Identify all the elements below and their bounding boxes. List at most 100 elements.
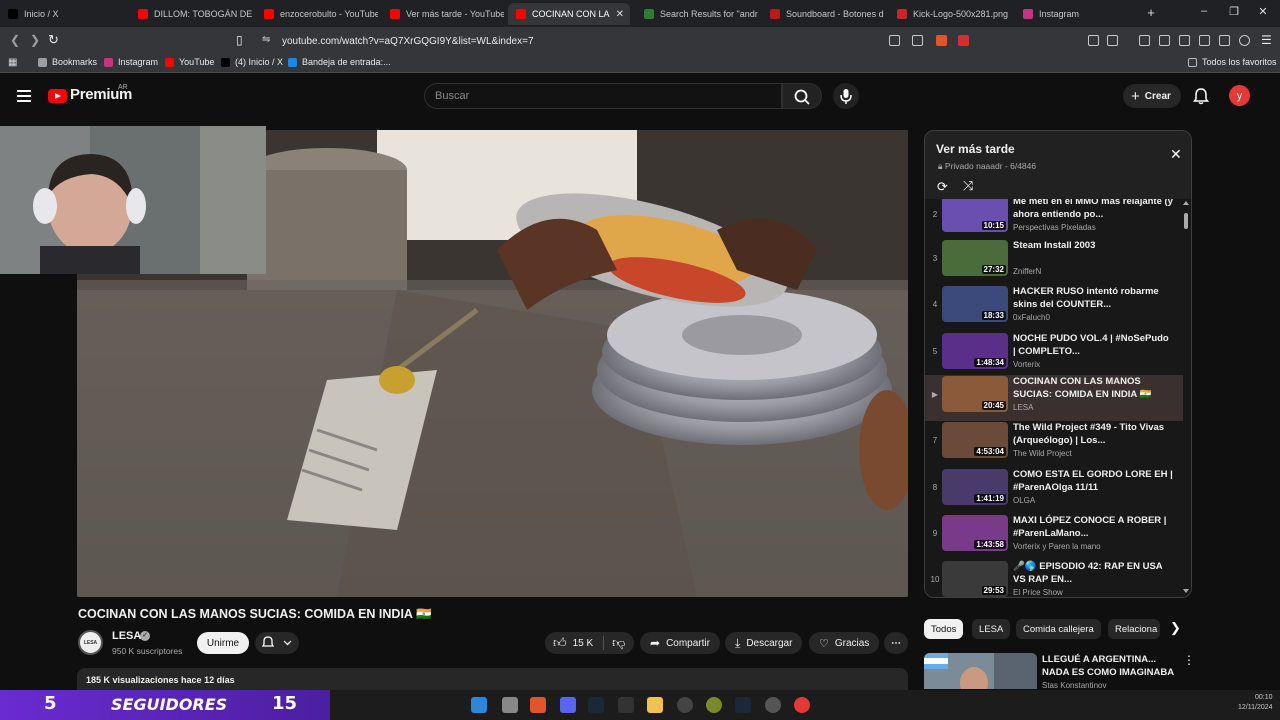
thanks-button[interactable]: ♡ Gracias bbox=[809, 632, 880, 654]
sidebar-icon[interactable] bbox=[1179, 35, 1190, 46]
loop-icon[interactable]: ⟳ bbox=[937, 179, 948, 195]
like-count[interactable]: 15 K bbox=[573, 638, 594, 649]
epic-games-icon[interactable] bbox=[618, 697, 634, 713]
filter-chip[interactable]: Comida callejera bbox=[1016, 619, 1101, 639]
playlist-item[interactable]: 4 18:33 HACKER RUSO intentó robarme skins … bbox=[925, 285, 1183, 331]
media-icon[interactable] bbox=[1159, 35, 1170, 46]
playlist-item[interactable]: 3 27:32 Steam Install 2003 ZnifferN bbox=[925, 239, 1183, 285]
playlist-item[interactable]: 8 1:41:19 COMO ESTA EL GORDO LORE EH | #Pa… bbox=[925, 468, 1183, 514]
dislike-icon[interactable]: 👎︎ bbox=[612, 635, 625, 651]
shuffle-icon[interactable]: ⤨ bbox=[963, 178, 973, 194]
filter-chip[interactable]: Relaciona bbox=[1108, 619, 1160, 639]
menu-icon-browser[interactable]: ☰ bbox=[1261, 33, 1272, 47]
playlist-scrollbar[interactable] bbox=[1183, 201, 1189, 593]
window-close-icon[interactable]: ✕ bbox=[1255, 5, 1271, 18]
bookmark-item[interactable]: Bandeja de entrada:... bbox=[288, 57, 391, 67]
browser-tab[interactable]: Instagram bbox=[1015, 3, 1137, 25]
recommendation-more-icon[interactable]: ⋮ bbox=[1183, 653, 1195, 667]
search-button[interactable] bbox=[782, 83, 822, 109]
more-actions-icon[interactable]: ⋯ bbox=[884, 632, 908, 654]
playlist-item[interactable]: 7 4:53:04 The Wild Project #349 - Tito Viv… bbox=[925, 421, 1183, 467]
leo-icon[interactable] bbox=[1219, 35, 1230, 46]
filter-chip[interactable]: LESA bbox=[972, 619, 1011, 639]
download-icon[interactable] bbox=[1139, 35, 1150, 46]
user-avatar[interactable]: y bbox=[1229, 85, 1250, 106]
back-icon[interactable]: ❮ bbox=[10, 33, 20, 47]
playlist-item-thumbnail[interactable]: 1:43:58 bbox=[942, 515, 1008, 551]
restore-icon[interactable]: ❐ bbox=[1226, 5, 1242, 18]
filter-chip[interactable]: Todos bbox=[924, 619, 964, 639]
channel-name[interactable]: LESA bbox=[112, 630, 141, 642]
playlist-item-thumbnail[interactable]: 20:45 bbox=[942, 376, 1008, 412]
browser-tab[interactable]: Soundboard - Botones de bbox=[762, 3, 884, 25]
youtube-music-icon[interactable] bbox=[794, 697, 810, 713]
bookmark-icon[interactable]: ▯ bbox=[236, 33, 243, 47]
bookmark-item[interactable]: Bookmarks bbox=[38, 57, 97, 67]
url-field[interactable]: ⇋ youtube.com/watch?v=aQ7XrGQGI9Y&list=W… bbox=[256, 31, 976, 51]
tab-close-icon[interactable]: ✕ bbox=[616, 9, 624, 20]
minimize-icon[interactable]: – bbox=[1196, 5, 1212, 17]
share-button[interactable]: ➦ Compartir bbox=[640, 632, 720, 654]
playlist-item-thumbnail[interactable]: 27:32 bbox=[942, 240, 1008, 276]
forward-icon[interactable]: ❯ bbox=[30, 33, 40, 47]
cast-icon[interactable] bbox=[889, 35, 900, 46]
recommendation-title[interactable]: LLEGUÉ A ARGENTINA... NADA ES COMO IMAGI… bbox=[1042, 653, 1182, 679]
playlist-title[interactable]: Ver más tarde bbox=[936, 142, 1015, 156]
browser-tab[interactable]: Search Results for "andre bbox=[636, 3, 758, 25]
steam-icon[interactable] bbox=[588, 697, 604, 713]
reload-icon[interactable]: ↻ bbox=[48, 32, 59, 48]
close-playlist-icon[interactable]: ✕ bbox=[1170, 146, 1182, 163]
playlist-item[interactable]: 9 1:43:58 MAXI LÓPEZ CONOCE A ROBER | #Par… bbox=[925, 514, 1183, 560]
wallet-icon[interactable] bbox=[1199, 35, 1210, 46]
notifications-bell-icon[interactable] bbox=[1193, 87, 1209, 105]
playlist-item-thumbnail[interactable]: 1:41:19 bbox=[942, 469, 1008, 505]
file-explorer-icon[interactable] bbox=[647, 697, 663, 713]
youtube-logo-icon[interactable] bbox=[48, 89, 67, 103]
playlist-item-thumbnail[interactable]: 4:53:04 bbox=[942, 422, 1008, 458]
join-button[interactable]: Unirme bbox=[197, 632, 249, 654]
playlist-item-thumbnail[interactable]: 18:33 bbox=[942, 286, 1008, 322]
browser-tab[interactable]: Kick-Logo-500x281.png (5 bbox=[889, 3, 1011, 25]
screenshot-icon[interactable] bbox=[1107, 35, 1118, 46]
apps-grid-icon[interactable]: ▦ bbox=[8, 57, 17, 68]
download-button[interactable]: ⤓ Descargar bbox=[725, 632, 803, 654]
steam-icon-2[interactable] bbox=[735, 697, 751, 713]
all-favorites-button[interactable]: Todos los favoritos bbox=[1188, 57, 1277, 67]
bookmark-item[interactable]: (4) Inicio / X bbox=[221, 57, 283, 67]
create-button[interactable]: + Crear bbox=[1123, 84, 1181, 108]
windows-start-icon[interactable] bbox=[471, 697, 487, 713]
playlist-item-thumbnail[interactable]: 10:15 bbox=[942, 199, 1008, 232]
playlist-item-thumbnail[interactable]: 1:48:34 bbox=[942, 333, 1008, 369]
hamburger-menu-icon[interactable] bbox=[17, 90, 31, 102]
discord-icon[interactable] bbox=[560, 697, 576, 713]
playlist-item-thumbnail[interactable]: 29:53 bbox=[942, 561, 1008, 597]
brave-browser-icon[interactable] bbox=[530, 697, 546, 713]
share-icon[interactable] bbox=[912, 35, 923, 46]
bookmark-item[interactable]: YouTube bbox=[165, 57, 214, 67]
browser-tab[interactable]: Inicio / X bbox=[0, 3, 126, 25]
brave-rewards-icon[interactable] bbox=[958, 35, 969, 46]
obs-icon[interactable] bbox=[677, 697, 693, 713]
app-icon-green[interactable] bbox=[706, 697, 722, 713]
channel-avatar[interactable]: LESA bbox=[78, 630, 103, 655]
playlist-item[interactable]: 2 10:15 Me metí en el MMO más relajante (y… bbox=[925, 199, 1183, 241]
recommendation-thumbnail[interactable] bbox=[924, 653, 1037, 689]
playlist-item[interactable]: 5 1:48:34 NOCHE PUDO VOL.4 | #NoSePudo | C… bbox=[925, 332, 1183, 378]
recommendation-channel[interactable]: Stas Konstantinov bbox=[1042, 681, 1106, 690]
app-icon-circle[interactable] bbox=[765, 697, 781, 713]
bookmark-item[interactable]: Instagram bbox=[104, 57, 158, 67]
playlist-item-current[interactable]: ▶ 20:45 COCINAN CON LAS MANOS SUCIAS: COMI… bbox=[925, 375, 1183, 421]
site-info-icon[interactable]: ⇋ bbox=[262, 34, 270, 45]
brave-shield-icon[interactable] bbox=[936, 35, 947, 46]
task-view-icon[interactable] bbox=[502, 697, 518, 713]
browser-tab[interactable]: DILLOM: TOBOGÁN DE AL bbox=[130, 3, 252, 25]
browser-tab[interactable]: Ver más tarde - YouTube bbox=[382, 3, 504, 25]
search-input[interactable] bbox=[424, 83, 782, 109]
extensions-icon[interactable] bbox=[1088, 35, 1099, 46]
vpn-icon[interactable] bbox=[1239, 35, 1250, 46]
chips-next-icon[interactable]: ❯ bbox=[1170, 620, 1181, 636]
browser-tab[interactable]: enzocerobulto - YouTube bbox=[256, 3, 378, 25]
subscription-bell-button[interactable] bbox=[255, 632, 299, 654]
browser-tab[interactable]: COCINAN CON LA ✕ bbox=[508, 3, 630, 25]
new-tab-button[interactable]: + bbox=[1143, 5, 1159, 20]
